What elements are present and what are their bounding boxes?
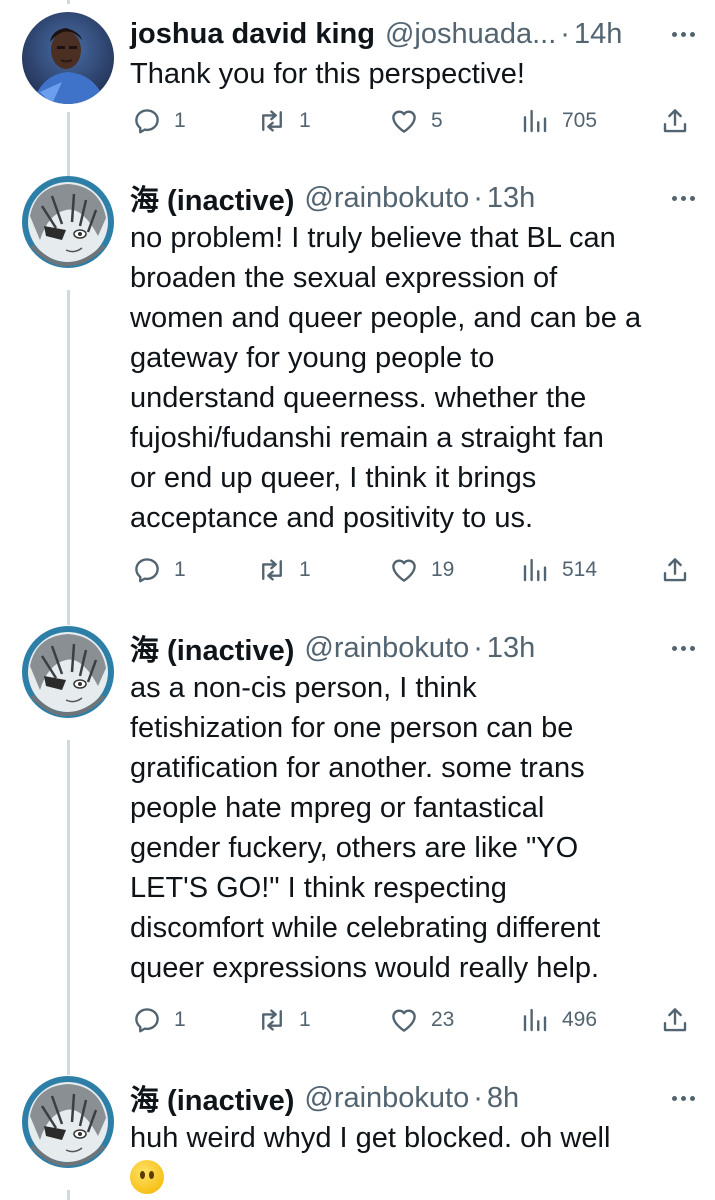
timestamp[interactable]: 14h xyxy=(574,18,622,51)
user-handle[interactable]: @joshuada... xyxy=(385,18,556,51)
more-icon[interactable] xyxy=(664,24,695,45)
like-count: 5 xyxy=(431,109,443,132)
tweet-thread: joshua david king @joshuada... · 14h Tha… xyxy=(0,0,715,1200)
views-button[interactable]: 496 xyxy=(520,1005,597,1035)
display-name[interactable]: 海 (inactive) xyxy=(130,1077,294,1119)
tweet-text: huh weird whyd I get blocked. oh well xyxy=(130,1122,611,1154)
retweet-count: 1 xyxy=(299,1008,311,1031)
tweet-text: no problem! I truly believe that BL can … xyxy=(130,222,642,534)
retweet-icon xyxy=(262,110,282,132)
tweet-header: 海 (inactive) @rainbokuto · 8h xyxy=(130,1076,695,1120)
user-handle[interactable]: @rainbokuto xyxy=(304,632,469,665)
heart-icon xyxy=(392,559,416,582)
reply-icon xyxy=(135,558,159,583)
reply-count: 1 xyxy=(174,558,186,581)
views-count: 496 xyxy=(562,1008,598,1031)
avatar[interactable] xyxy=(22,626,114,718)
user-handle[interactable]: @rainbokuto xyxy=(304,1082,469,1115)
tweet-text: Thank you for this perspective! xyxy=(130,58,525,90)
views-button[interactable]: 705 xyxy=(520,106,597,136)
display-name[interactable]: 海 (inactive) xyxy=(130,627,294,669)
like-button[interactable]: 5 xyxy=(389,106,443,136)
action-bar: 1 1 23 496 xyxy=(0,998,715,1042)
views-count: 705 xyxy=(562,109,598,132)
more-icon[interactable] xyxy=(664,638,695,659)
face-without-mouth-emoji xyxy=(130,1160,164,1194)
timestamp[interactable]: 13h xyxy=(487,182,535,215)
retweet-button[interactable]: 1 xyxy=(257,106,311,136)
like-button[interactable]: 23 xyxy=(389,1005,454,1035)
tweet-header: 海 (inactive) @rainbokuto · 13h xyxy=(130,626,695,670)
tweet[interactable]: 海 (inactive) @rainbokuto · 8h huh weird … xyxy=(0,1076,715,1200)
share-icon xyxy=(663,109,687,133)
heart-icon xyxy=(392,1009,416,1032)
views-button[interactable]: 514 xyxy=(520,555,597,585)
avatar[interactable] xyxy=(22,12,114,104)
tweet-header: 海 (inactive) @rainbokuto · 13h xyxy=(130,176,695,220)
reply-button[interactable]: 1 xyxy=(132,555,186,585)
separator-dot: · xyxy=(473,1081,483,1114)
timestamp[interactable]: 13h xyxy=(487,632,535,665)
display-name[interactable]: joshua david king xyxy=(130,18,375,51)
tweet[interactable]: 海 (inactive) @rainbokuto · 13h as a non-… xyxy=(0,626,715,1056)
more-icon[interactable] xyxy=(664,188,695,209)
display-name[interactable]: 海 (inactive) xyxy=(130,177,294,219)
retweet-icon xyxy=(262,559,282,581)
share-icon xyxy=(663,1008,687,1032)
like-button[interactable]: 19 xyxy=(389,555,454,585)
user-handle[interactable]: @rainbokuto xyxy=(304,182,469,215)
views-icon xyxy=(523,109,547,133)
share-button[interactable] xyxy=(660,1005,690,1035)
separator-dot: · xyxy=(473,631,483,664)
reply-count: 1 xyxy=(174,1008,186,1031)
separator-dot: · xyxy=(560,17,570,50)
action-bar: 1 1 19 514 xyxy=(0,548,715,592)
views-icon xyxy=(523,1008,547,1032)
reply-icon xyxy=(135,109,159,134)
retweet-count: 1 xyxy=(299,558,311,581)
views-icon xyxy=(523,558,547,582)
tweet-text: as a non-cis person, I think fetishizati… xyxy=(130,672,601,984)
share-button[interactable] xyxy=(660,106,690,136)
share-icon xyxy=(663,558,687,582)
reply-button[interactable]: 1 xyxy=(132,106,186,136)
avatar[interactable] xyxy=(22,176,114,268)
reply-count: 1 xyxy=(174,109,186,132)
like-count: 19 xyxy=(431,558,455,581)
like-count: 23 xyxy=(431,1008,455,1031)
tweet-header: joshua david king @joshuada... · 14h xyxy=(130,12,695,56)
views-count: 514 xyxy=(562,558,598,581)
retweet-icon xyxy=(262,1009,282,1031)
heart-icon xyxy=(392,110,416,133)
action-bar: 1 1 5 705 xyxy=(0,99,715,143)
tweet[interactable]: 海 (inactive) @rainbokuto · 13h no proble… xyxy=(0,176,715,606)
retweet-count: 1 xyxy=(299,109,311,132)
retweet-button[interactable]: 1 xyxy=(257,555,311,585)
tweet[interactable]: joshua david king @joshuada... · 14h Tha… xyxy=(0,0,715,160)
share-button[interactable] xyxy=(660,555,690,585)
separator-dot: · xyxy=(473,181,483,214)
more-icon[interactable] xyxy=(664,1088,695,1109)
avatar[interactable] xyxy=(22,1076,114,1168)
timestamp[interactable]: 8h xyxy=(487,1082,519,1115)
reply-icon xyxy=(135,1008,159,1033)
reply-button[interactable]: 1 xyxy=(132,1005,186,1035)
retweet-button[interactable]: 1 xyxy=(257,1005,311,1035)
